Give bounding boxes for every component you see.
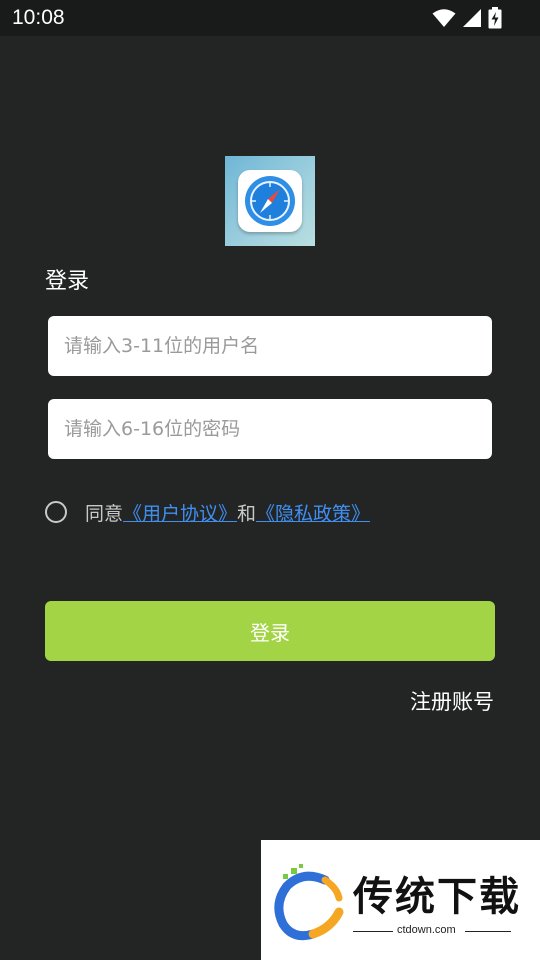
agree-prefix: 同意	[85, 502, 124, 525]
watermark-divider-right	[465, 931, 511, 932]
watermark-subtitle: ctdown.com	[397, 924, 456, 936]
username-input[interactable]	[48, 316, 492, 376]
watermark-divider-left	[353, 931, 393, 932]
password-input[interactable]	[48, 399, 492, 459]
agree-connector: 和	[237, 502, 257, 525]
watermark-title: 传统下载	[353, 874, 521, 920]
compass-icon	[245, 176, 295, 226]
battery-charging-icon	[488, 7, 502, 29]
register-link[interactable]: 注册账号	[410, 686, 494, 716]
agreement-row: 同意 《用户协议》 和 《隐私政策》	[45, 497, 370, 527]
app-logo	[225, 156, 315, 246]
login-button[interactable]: 登录	[45, 601, 495, 661]
system-icons	[432, 7, 502, 29]
status-bar: 10:08	[0, 0, 540, 36]
watermark: 传统下载 ctdown.com	[261, 840, 540, 960]
page-title: 登录	[45, 269, 90, 294]
privacy-policy-link[interactable]: 《隐私政策》	[256, 499, 370, 526]
watermark-logo-icon	[274, 864, 344, 941]
status-time: 10:08	[12, 6, 65, 29]
wifi-icon	[432, 9, 456, 27]
user-agreement-link[interactable]: 《用户协议》	[123, 499, 237, 526]
signal-icon	[463, 9, 481, 27]
agree-radio-button[interactable]	[45, 501, 67, 523]
